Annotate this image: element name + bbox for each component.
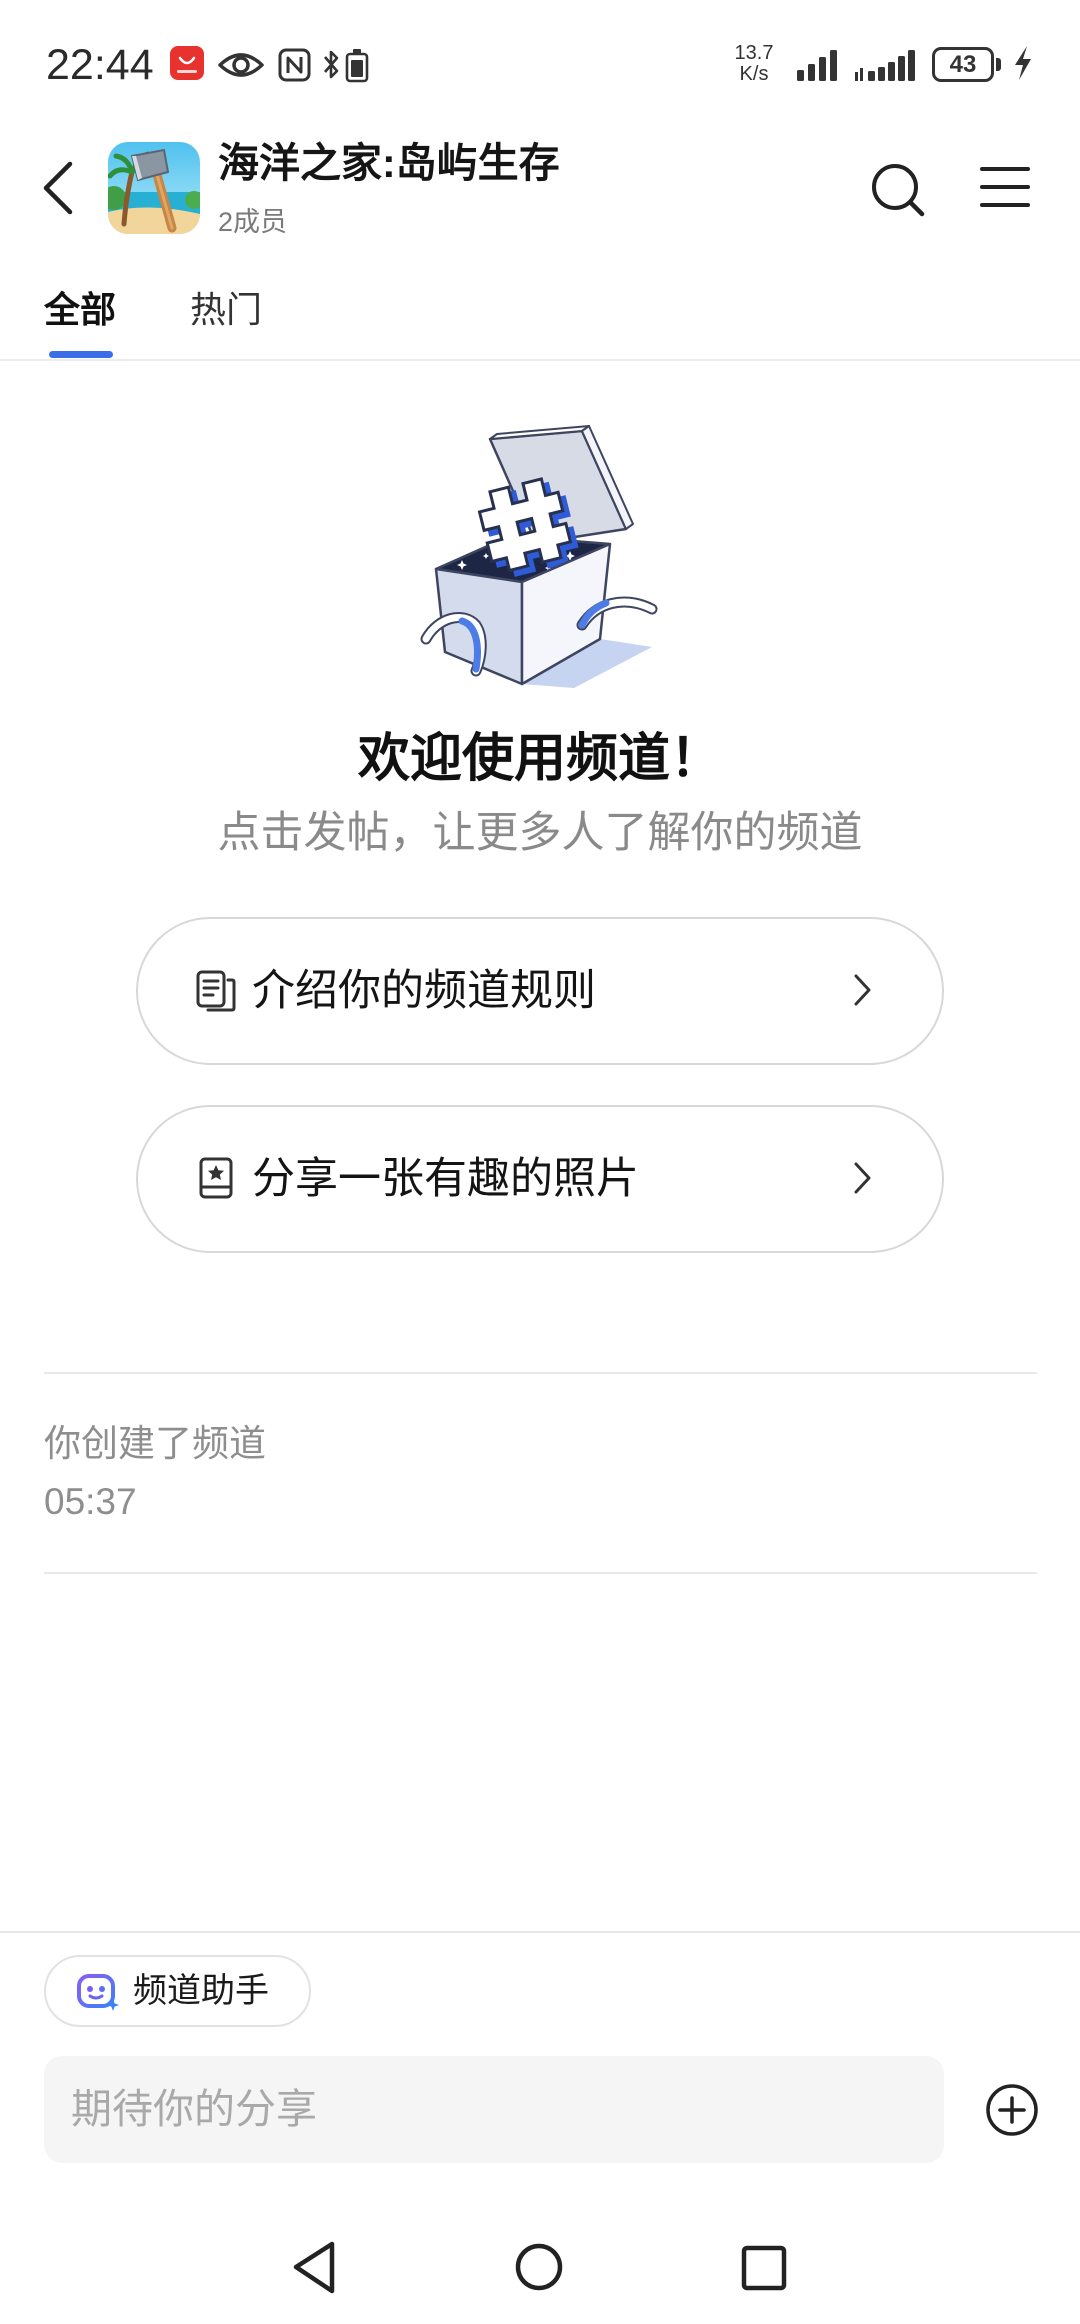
- status-time: 22:44: [46, 41, 154, 89]
- activity-time: 05:37: [44, 1481, 137, 1522]
- signal-icon: [797, 50, 837, 81]
- channel-assistant-button[interactable]: 频道助手: [44, 1955, 311, 2027]
- chevron-right-icon: [854, 974, 871, 1006]
- app-gallery-icon: [170, 46, 204, 80]
- nfc-icon: [278, 48, 311, 82]
- charging-icon: [1015, 46, 1031, 80]
- channel-avatar: [108, 142, 200, 234]
- assistant-label: 频道助手: [133, 1972, 269, 2010]
- nav-home-icon[interactable]: [512, 2240, 566, 2294]
- divider: [44, 1372, 1037, 1374]
- welcome-subtitle: 点击发帖，让更多人了解你的频道: [217, 809, 863, 857]
- intro-rules-button[interactable]: 介绍你的频道规则: [136, 917, 944, 1065]
- bluetooth-battery-icon: [324, 49, 369, 83]
- photo-star-icon: [199, 1157, 233, 1199]
- active-tab-indicator: [49, 351, 113, 358]
- chevron-right-icon: [854, 1162, 871, 1194]
- nav-recents-icon[interactable]: [740, 2244, 788, 2292]
- network-speed-value: 13.7: [734, 42, 774, 64]
- back-button[interactable]: [40, 160, 76, 216]
- tab-hot[interactable]: 热门: [190, 287, 262, 333]
- open-box-hashtag-illustration: [420, 425, 658, 688]
- post-input[interactable]: [44, 2056, 944, 2163]
- share-photo-button[interactable]: 分享一张有趣的照片: [136, 1105, 944, 1253]
- battery-tip: [996, 58, 1001, 71]
- search-button[interactable]: [866, 158, 928, 220]
- eye-icon: [218, 53, 264, 77]
- battery-icon: 43: [932, 47, 994, 82]
- channel-info[interactable]: 海洋之家:岛屿生存 2成员: [108, 138, 708, 238]
- signal-icon-secondary: [855, 50, 915, 81]
- welcome-title: 欢迎使用频道！: [357, 730, 722, 788]
- network-speed-unit: K/s: [739, 63, 769, 85]
- member-count: 2成员: [218, 207, 288, 237]
- menu-button[interactable]: [978, 160, 1032, 214]
- divider: [44, 1572, 1037, 1574]
- island-game-logo: [108, 142, 200, 234]
- activity-text: 你创建了频道: [44, 1423, 266, 1464]
- suggestion-label: 分享一张有趣的照片: [252, 1155, 639, 1203]
- document-icon: [196, 970, 236, 1012]
- add-button[interactable]: [984, 2082, 1040, 2138]
- network-speed: 13.7 K/s: [728, 43, 780, 85]
- channel-title: 海洋之家:岛屿生存: [218, 140, 560, 186]
- assistant-bot-icon: [77, 1974, 119, 2011]
- composer-divider: [0, 1931, 1080, 1933]
- battery-level: 43: [949, 51, 977, 78]
- suggestion-label: 介绍你的频道规则: [252, 967, 596, 1015]
- nav-back-icon[interactable]: [290, 2240, 340, 2296]
- tab-divider: [0, 359, 1080, 361]
- tab-all[interactable]: 全部: [44, 287, 116, 333]
